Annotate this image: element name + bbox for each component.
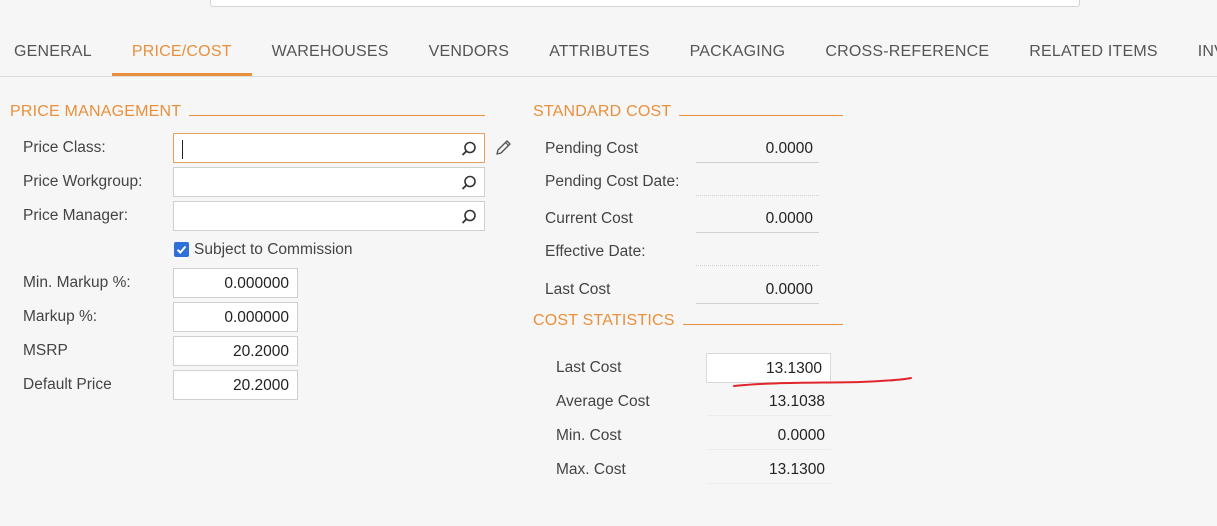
standard-cost-header: STANDARD COST: [533, 103, 843, 121]
min-cost-value: 0.0000: [708, 427, 831, 450]
average-cost-label: Average Cost: [556, 393, 650, 410]
tab-packaging[interactable]: PACKAGING: [670, 28, 806, 76]
effective-date-value: [696, 243, 819, 266]
min-cost-label: Min. Cost: [556, 427, 622, 444]
pending-cost-date-value: [696, 173, 819, 196]
search-icon[interactable]: [460, 140, 478, 158]
current-cost-value: 0.0000: [696, 210, 819, 233]
pending-cost-value: 0.0000: [696, 140, 819, 163]
min-markup-label: Min. Markup %:: [23, 274, 131, 291]
search-icon[interactable]: [460, 208, 478, 226]
tab-price-cost[interactable]: PRICE/COST: [111, 28, 252, 76]
msrp-input[interactable]: 20.2000: [173, 336, 298, 366]
last-cost-value: 0.0000: [696, 281, 819, 304]
search-icon[interactable]: [460, 174, 478, 192]
price-manager-label: Price Manager:: [23, 207, 129, 224]
stat-last-cost-label: Last Cost: [556, 359, 622, 376]
cost-statistics-header: COST STATISTICS: [533, 312, 843, 330]
checkmark-icon: [176, 245, 187, 254]
section-divider: [682, 323, 843, 325]
red-underline-annotation: [733, 377, 912, 387]
standard-cost-title: STANDARD COST: [533, 103, 672, 120]
default-price-label: Default Price: [23, 376, 112, 393]
tab-general[interactable]: GENERAL: [0, 28, 112, 76]
tab-cross-reference[interactable]: CROSS-REFERENCE: [805, 28, 1009, 76]
max-cost-label: Max. Cost: [556, 461, 626, 478]
pending-cost-label: Pending Cost: [545, 140, 639, 157]
markup-label: Markup %:: [23, 308, 98, 325]
subject-to-commission-label: Subject to Commission: [194, 241, 353, 258]
section-divider: [189, 114, 485, 116]
tab-bar: GENERAL PRICE/COST WAREHOUSES VENDORS AT…: [0, 28, 1217, 77]
text-caret: [182, 140, 183, 159]
last-cost-label: Last Cost: [545, 281, 611, 298]
price-workgroup-input[interactable]: [173, 167, 485, 197]
price-workgroup-label: Price Workgroup:: [23, 173, 143, 190]
default-price-input[interactable]: 20.2000: [173, 370, 298, 400]
tab-vendors[interactable]: VENDORS: [409, 28, 530, 76]
subject-to-commission-checkbox[interactable]: [174, 242, 189, 257]
price-class-label: Price Class:: [23, 139, 106, 156]
tab-inv[interactable]: INV: [1178, 28, 1217, 76]
price-management-header: PRICE MANAGEMENT: [10, 103, 485, 121]
cost-statistics-title: COST STATISTICS: [533, 312, 675, 329]
pending-cost-date-label: Pending Cost Date:: [545, 173, 680, 190]
price-class-input[interactable]: [173, 133, 485, 163]
top-partial-input[interactable]: [210, 0, 1080, 7]
pencil-icon[interactable]: [493, 138, 513, 158]
current-cost-label: Current Cost: [545, 210, 633, 227]
msrp-label: MSRP: [23, 342, 68, 359]
tab-warehouses[interactable]: WAREHOUSES: [252, 28, 409, 76]
effective-date-label: Effective Date:: [545, 243, 646, 260]
price-management-title: PRICE MANAGEMENT: [10, 103, 182, 120]
tab-related-items[interactable]: RELATED ITEMS: [1009, 28, 1178, 76]
min-markup-input[interactable]: 0.000000: [173, 268, 298, 298]
section-divider: [679, 114, 843, 116]
average-cost-value: 13.1038: [708, 393, 831, 416]
tab-attributes[interactable]: ATTRIBUTES: [529, 28, 669, 76]
markup-input[interactable]: 0.000000: [173, 302, 298, 332]
max-cost-value: 13.1300: [708, 461, 831, 484]
price-manager-input[interactable]: [173, 201, 485, 231]
price-cost-page: GENERAL PRICE/COST WAREHOUSES VENDORS AT…: [0, 0, 1217, 526]
